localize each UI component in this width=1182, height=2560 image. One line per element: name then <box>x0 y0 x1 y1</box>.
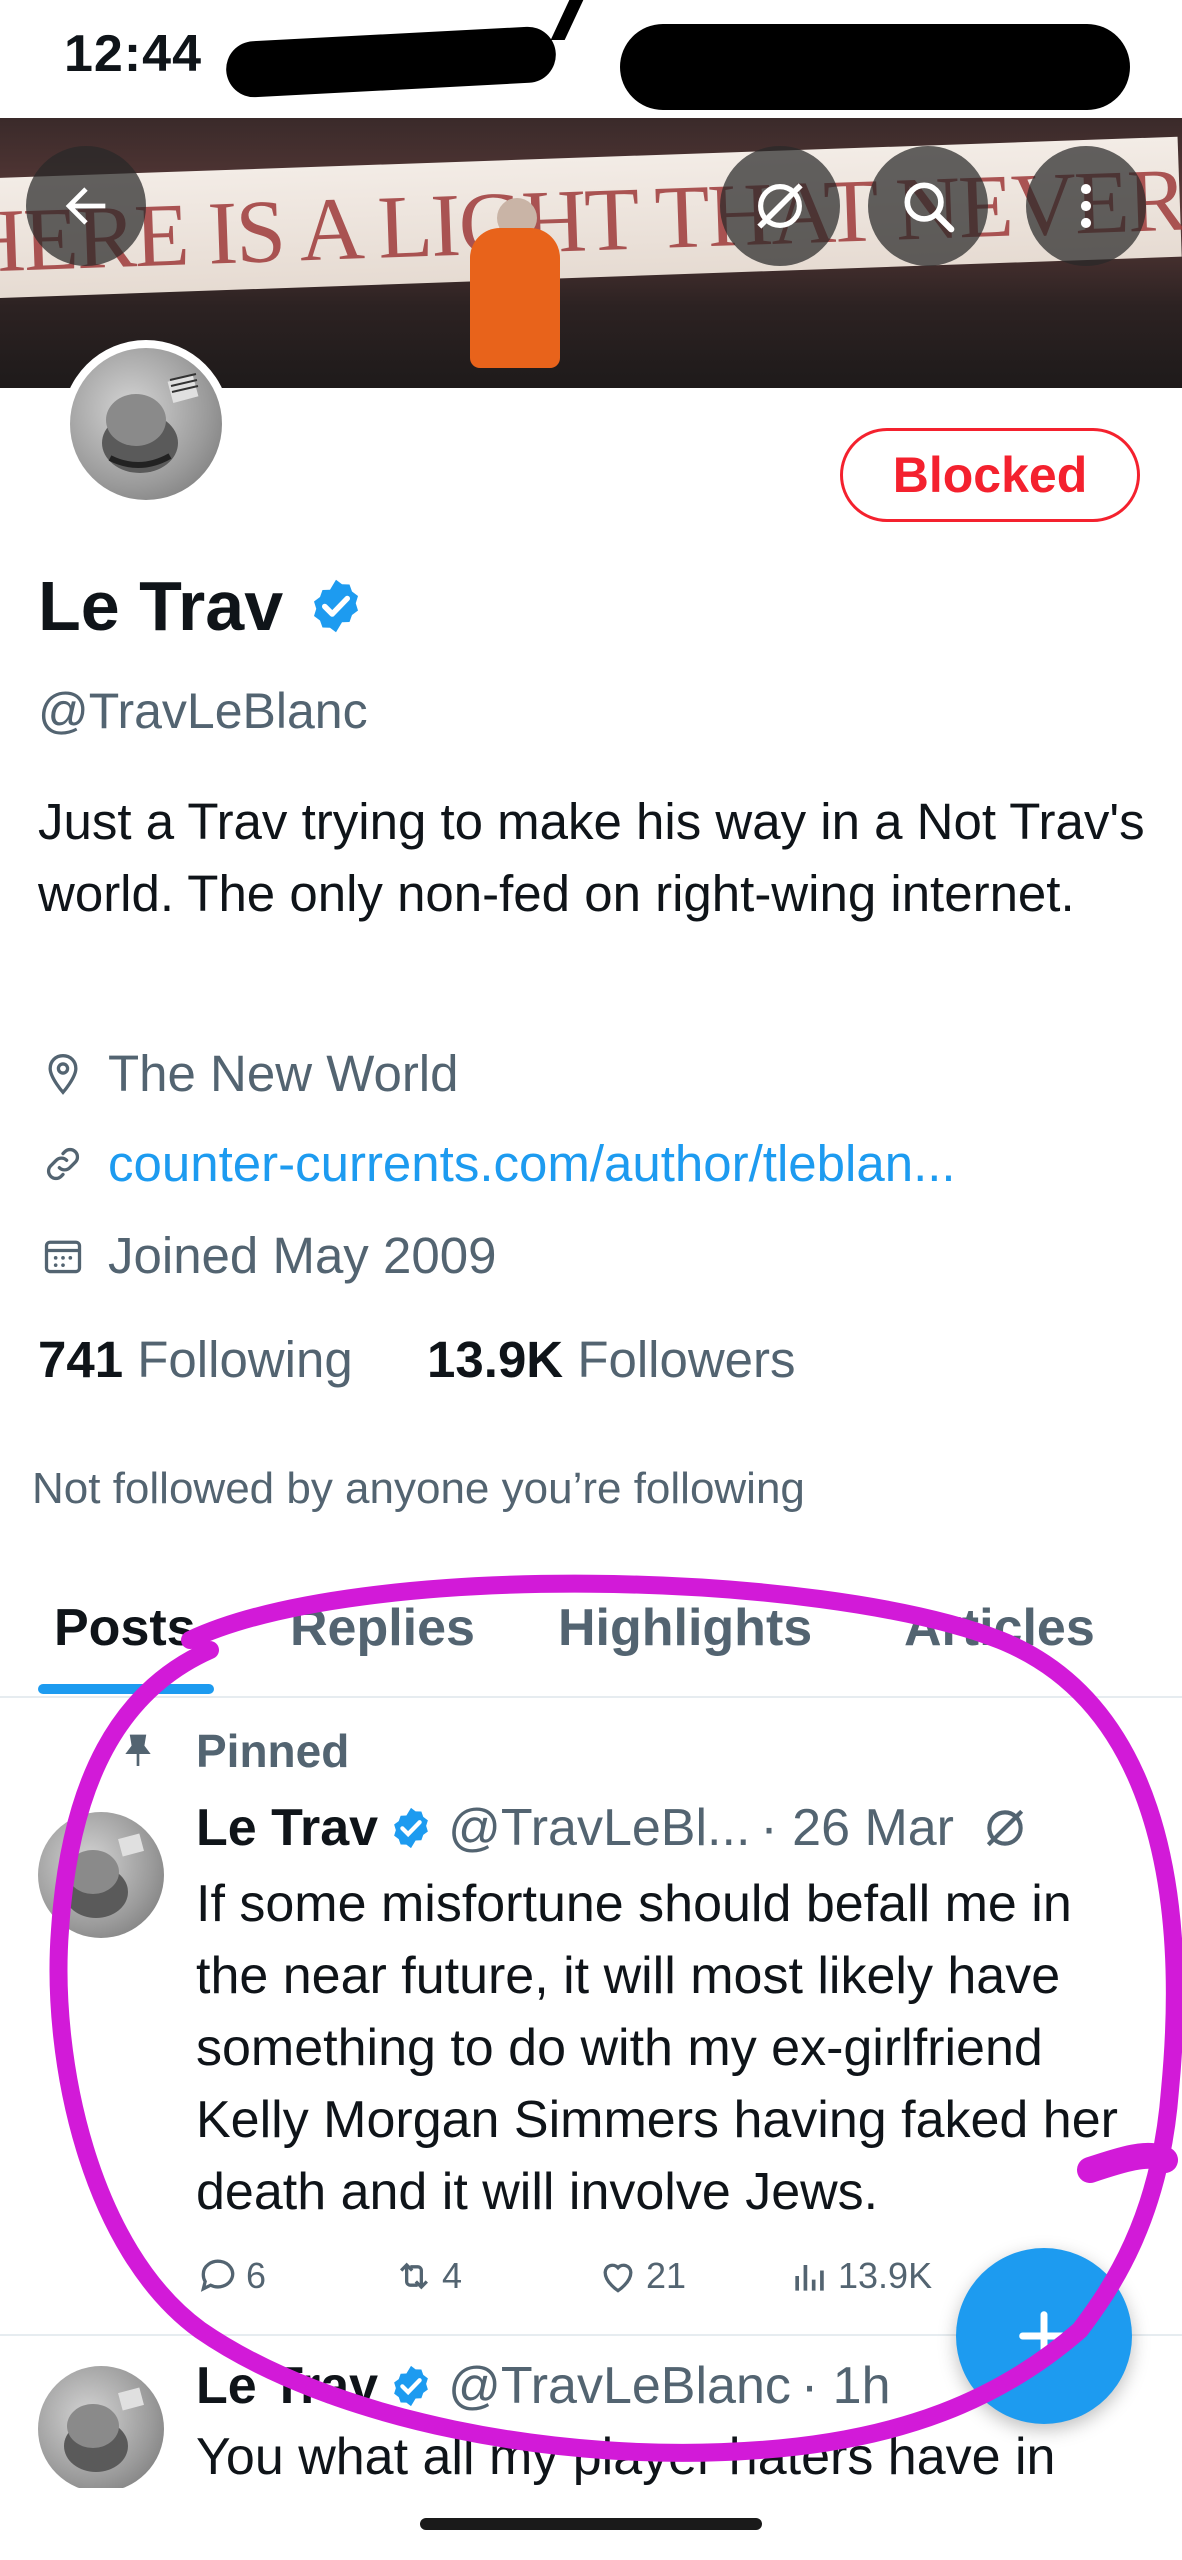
more-vertical-icon <box>1080 184 1092 228</box>
tab-posts[interactable]: Posts <box>54 1598 196 1658</box>
followers-link[interactable]: 13.9K Followers <box>427 1331 796 1388</box>
following-link[interactable]: 741 Following <box>38 1331 353 1388</box>
search-button[interactable] <box>868 146 988 266</box>
profile-tabs: Posts Replies Highlights Articles <box>0 1580 1182 1698</box>
status-bar: 12:44 <box>0 0 1182 118</box>
back-arrow-icon <box>65 187 106 225</box>
banner-sign-text: HERE IS A LIGHT THAT NEVER GOES OUT <box>0 135 1182 292</box>
post-time: · 1h <box>800 2357 891 2415</box>
joined-text: Joined May 2009 <box>108 1227 497 1284</box>
post-header: Le Trav @TravLeBlanc · 1h <box>196 2356 891 2416</box>
calendar-icon <box>38 1231 88 1281</box>
verified-badge-icon <box>394 1807 428 1849</box>
post-author-name[interactable]: Le Trav <box>196 2356 378 2416</box>
plus-icon <box>1019 2311 1069 2361</box>
reply-icon <box>200 2259 235 2292</box>
followers-label: Followers <box>577 1331 796 1388</box>
grok-button[interactable] <box>720 146 840 266</box>
views-count: 13.9K <box>838 2255 933 2296</box>
post-author-handle: @TravLeBl... <box>448 1799 751 1857</box>
views-action[interactable]: 13.9K <box>788 2254 932 2298</box>
banner-sign: HERE IS A LIGHT THAT NEVER GOES OUT <box>0 135 1182 300</box>
location-pin-icon <box>38 1049 88 1099</box>
grok-icon <box>757 183 803 229</box>
repost-count: 4 <box>442 2255 463 2296</box>
post-author-handle: @TravLeBlanc <box>448 2357 791 2415</box>
post-avatar[interactable] <box>38 2366 164 2492</box>
blocked-button[interactable]: Blocked <box>840 428 1140 522</box>
followers-count: 13.9K <box>427 1331 564 1388</box>
post-header: Le Trav @TravLeBl... · 26 Mar <box>196 1798 1030 1858</box>
tab-articles[interactable]: Articles <box>904 1598 1095 1658</box>
post-text: You what all my player haters have in <box>196 2428 1056 2486</box>
pin-icon <box>125 1734 151 1766</box>
tab-replies[interactable]: Replies <box>290 1598 475 1658</box>
active-tab-indicator <box>38 1684 214 1694</box>
redaction-mark <box>224 25 558 99</box>
profile-bio: Just a Trav trying to make his way in a … <box>38 793 1145 922</box>
heart-icon <box>603 2263 633 2293</box>
post-avatar[interactable] <box>38 1812 164 1938</box>
avatar-image <box>70 348 222 500</box>
verified-badge-icon <box>394 2365 428 2407</box>
back-button[interactable] <box>26 146 146 266</box>
location-row: The New World <box>38 1044 459 1103</box>
reply-count: 6 <box>246 2255 267 2296</box>
post-text: If some misfortune should befall me in t… <box>196 1875 1118 2221</box>
redaction-mark <box>620 24 1130 110</box>
reply-action[interactable]: 6 <box>196 2254 266 2298</box>
search-icon <box>904 182 955 233</box>
profile-handle: @TravLeBlanc <box>38 683 368 739</box>
status-time: 12:44 <box>64 25 202 83</box>
redaction-mark <box>510 0 584 40</box>
not-followed-text: Not followed by anyone you’re following <box>32 1464 805 1513</box>
website-row[interactable]: counter-currents.com/author/tleblan... <box>38 1134 956 1193</box>
website-link[interactable]: counter-currents.com/author/tleblan... <box>108 1134 956 1193</box>
follow-stats: 741 Following 13.9K Followers <box>38 1330 796 1389</box>
compose-post-button[interactable] <box>956 2248 1132 2424</box>
profile-avatar[interactable] <box>62 340 230 508</box>
post-author-name[interactable]: Le Trav <box>196 1798 378 1858</box>
pinned-label-row: Pinned <box>118 1724 349 1778</box>
views-icon <box>795 2265 824 2291</box>
joined-row: Joined May 2009 <box>38 1226 496 1285</box>
post-time: · 26 Mar <box>760 1799 954 1857</box>
grok-icon[interactable] <box>980 1803 1030 1853</box>
tab-highlights[interactable]: Highlights <box>558 1598 812 1658</box>
like-action[interactable]: 21 <box>596 2254 686 2298</box>
pinned-label: Pinned <box>196 1725 350 1777</box>
more-button[interactable] <box>1026 146 1146 266</box>
location-text: The New World <box>108 1045 459 1102</box>
verified-badge-icon <box>314 579 358 633</box>
following-count: 741 <box>38 1331 124 1388</box>
repost-icon <box>399 2262 429 2290</box>
banner-person-vest <box>470 228 560 368</box>
link-icon <box>38 1139 88 1189</box>
following-label: Following <box>137 1331 353 1388</box>
like-count: 21 <box>646 2255 687 2296</box>
home-indicator[interactable] <box>420 2518 762 2530</box>
display-name: Le Trav <box>38 567 284 645</box>
repost-action[interactable]: 4 <box>392 2254 462 2298</box>
